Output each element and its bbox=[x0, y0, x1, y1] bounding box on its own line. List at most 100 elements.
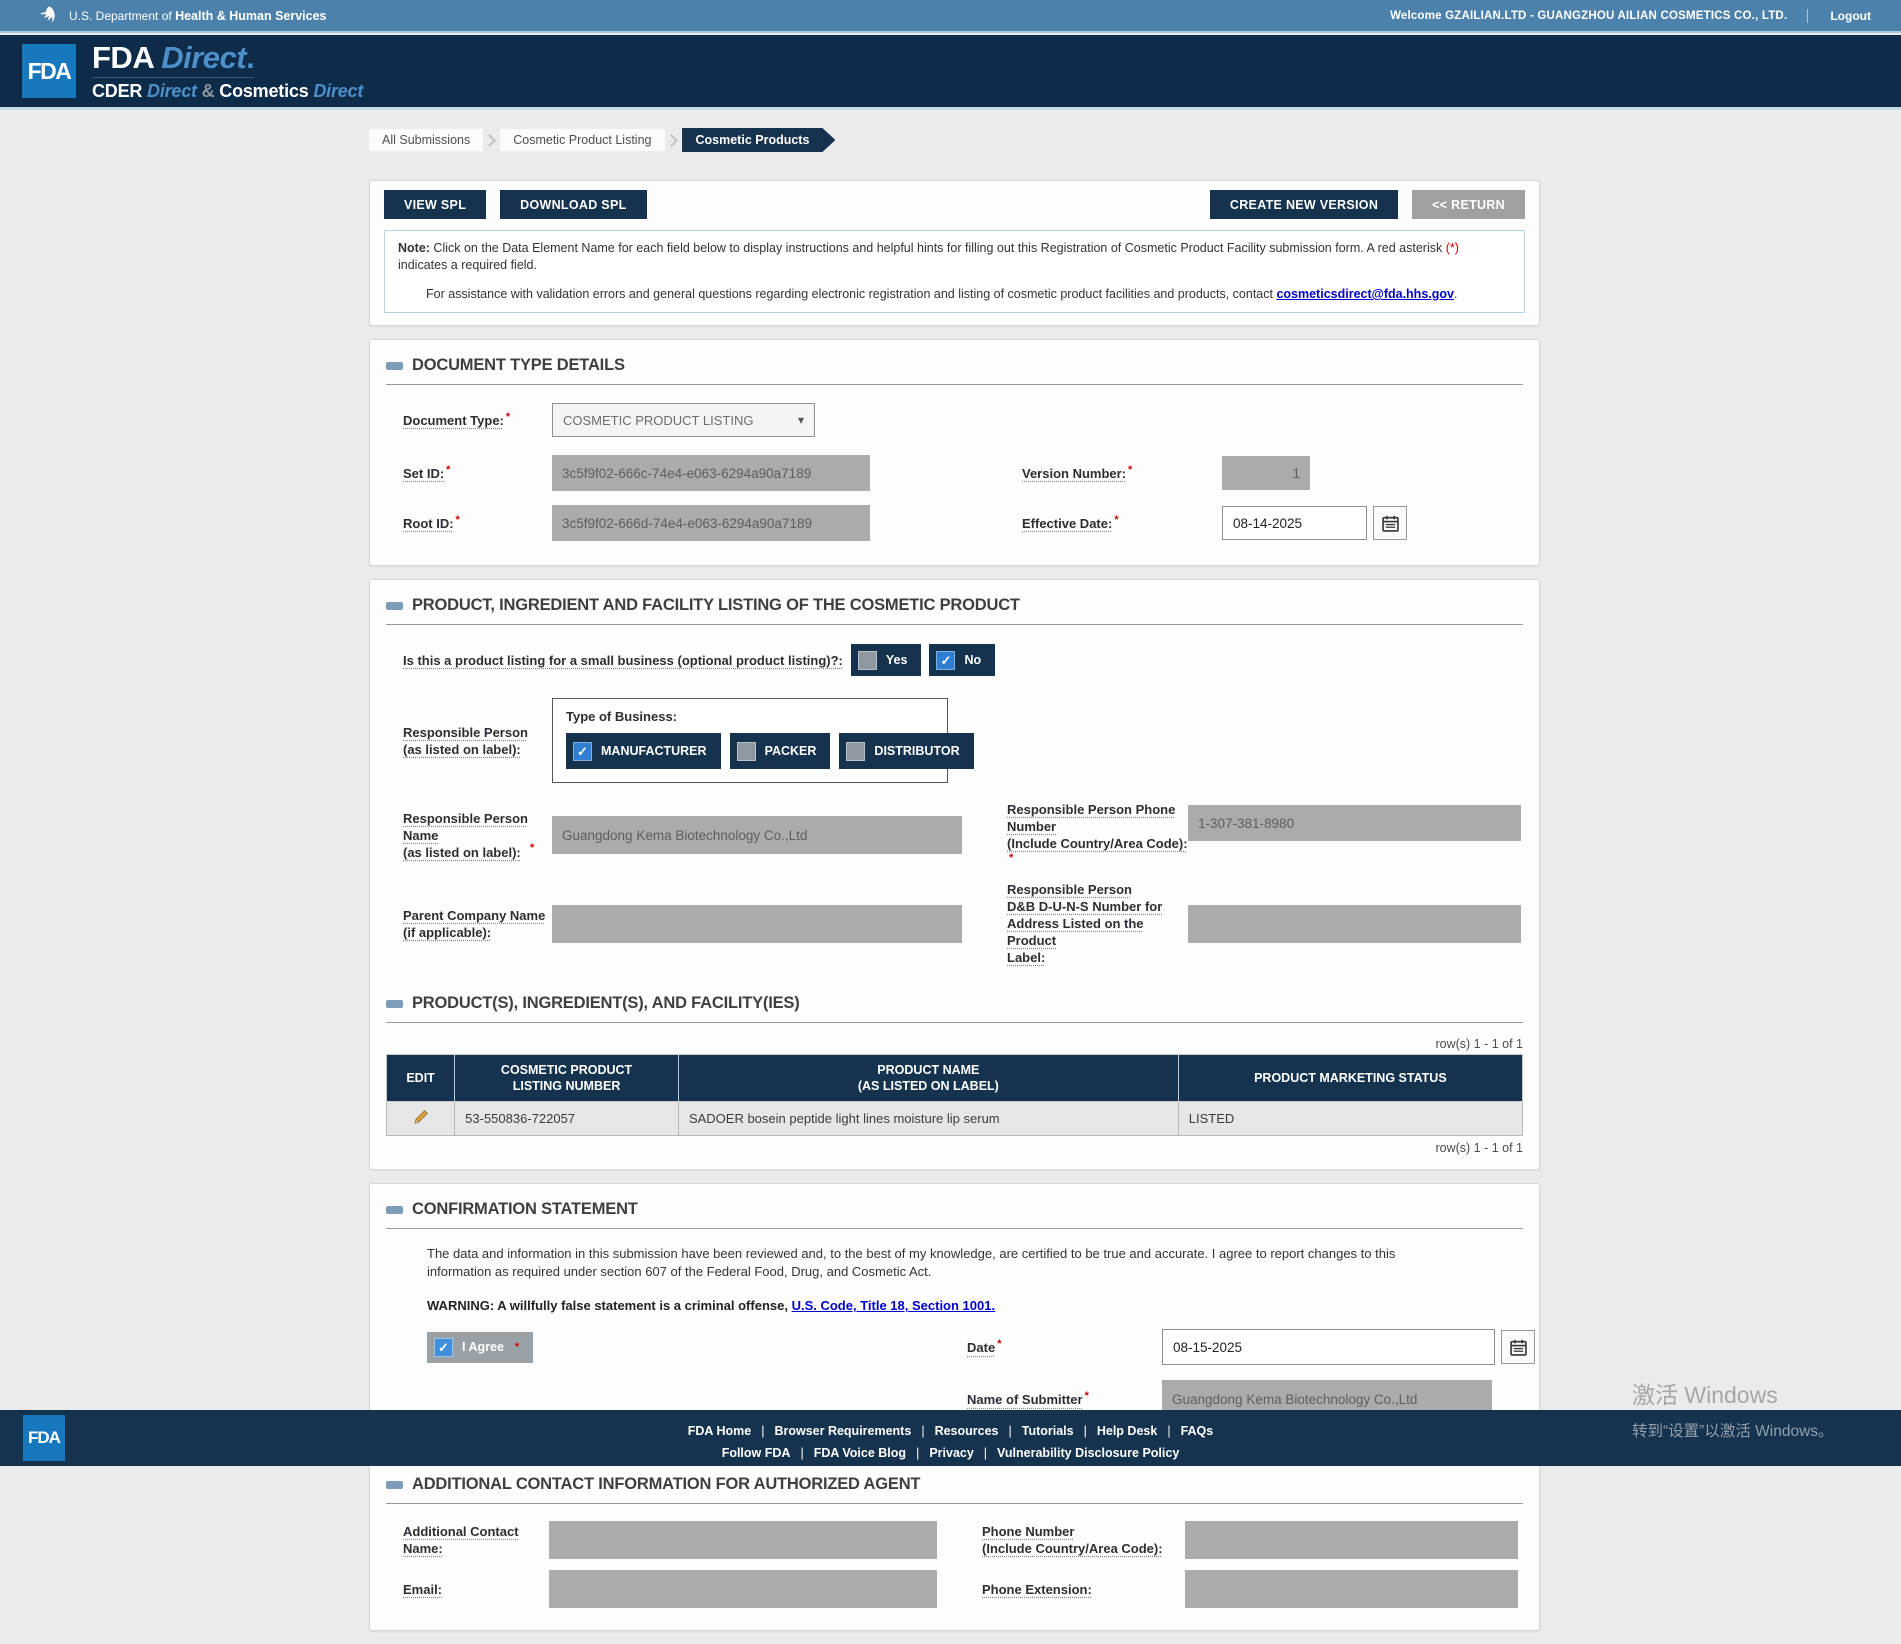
row-count-top: row(s) 1 - 1 of 1 bbox=[1435, 1037, 1523, 1052]
version-number-label[interactable]: Version Number: bbox=[1022, 465, 1126, 482]
responsible-person-name-label[interactable]: Responsible Person Name (as listed on la… bbox=[403, 810, 528, 861]
create-new-version-button[interactable]: CREATE NEW VERSION bbox=[1209, 190, 1399, 219]
instructions-note: Note: Click on the Data Element Name for… bbox=[384, 230, 1525, 313]
products-table: EDIT COSMETIC PRODUCT LISTING NUMBER PRO… bbox=[385, 1054, 1524, 1137]
fda-logo: FDA bbox=[22, 44, 76, 98]
document-type-label[interactable]: Document Type: bbox=[403, 412, 504, 429]
column-header-marketing-status: PRODUCT MARKETING STATUS bbox=[1177, 1054, 1524, 1103]
additional-contact-name-label[interactable]: Additional Contact Name: bbox=[403, 1523, 519, 1557]
cell-listing-number: 53-550836-722057 bbox=[454, 1101, 679, 1137]
checkbox-checked-icon: ✓ bbox=[573, 741, 592, 761]
cell-product-name: SADOER bosein peptide light lines moistu… bbox=[677, 1101, 1179, 1137]
footer-links-row1: FDA Home | Browser Requirements | Resources |… bbox=[687, 1424, 1214, 1438]
footer-link-browser-requirements[interactable]: Browser Requirements bbox=[774, 1424, 911, 1438]
breadcrumb-cosmetic-product-listing[interactable]: Cosmetic Product Listing bbox=[500, 129, 665, 151]
footer-link-help-desk[interactable]: Help Desk bbox=[1097, 1424, 1157, 1438]
responsible-person-label[interactable]: Responsible Person (as listed on label): bbox=[403, 724, 528, 758]
parent-company-name-field bbox=[552, 904, 962, 943]
root-id-label[interactable]: Root ID: bbox=[403, 515, 454, 532]
small-business-no-checkbox[interactable]: ✓ No bbox=[929, 644, 996, 676]
distributor-checkbox[interactable]: DISTRIBUTOR bbox=[839, 733, 974, 769]
footer-link-follow-fda[interactable]: Follow FDA bbox=[722, 1446, 791, 1460]
chevron-right-icon bbox=[483, 133, 497, 147]
date-calendar-button[interactable] bbox=[1501, 1330, 1535, 1365]
duns-number-label[interactable]: Responsible Person D&B D-U-N-S Number fo… bbox=[1007, 881, 1188, 966]
phone-extension-field bbox=[1185, 1570, 1518, 1609]
date-input[interactable]: 08-15-2025 bbox=[1162, 1329, 1495, 1366]
i-agree-checkbox[interactable]: ✓ I Agree * bbox=[427, 1331, 534, 1363]
footer-link-fda-voice-blog[interactable]: FDA Voice Blog bbox=[814, 1446, 906, 1460]
responsible-person-name-field: Guangdong Kema Biotechnology Co.,Ltd bbox=[552, 816, 962, 855]
page-footer: FDA FDA Home | Browser Requirements | Resour… bbox=[0, 1410, 1901, 1466]
checkbox-checked-icon: ✓ bbox=[434, 1337, 453, 1357]
small-business-label[interactable]: Is this a product listing for a small bu… bbox=[403, 652, 843, 669]
column-header-edit: EDIT bbox=[385, 1054, 456, 1103]
checkbox-unchecked-icon bbox=[736, 741, 756, 761]
section-title: CONFIRMATION STATEMENT bbox=[412, 1200, 638, 1219]
hhs-eagle-icon bbox=[36, 4, 60, 28]
document-type-select[interactable]: COSMETIC PRODUCT LISTING ▾ bbox=[552, 403, 815, 437]
effective-date-input[interactable]: 08-14-2025 bbox=[1222, 506, 1367, 540]
footer-links-row2: Follow FDA | FDA Voice Blog | Privacy | Vulner… bbox=[721, 1446, 1180, 1460]
type-of-business-box: Type of Business: ✓ MANUFACTURER PACKER … bbox=[552, 698, 974, 783]
column-header-listing-number: COSMETIC PRODUCT LISTING NUMBER bbox=[454, 1054, 679, 1103]
breadcrumb-cosmetic-products-active[interactable]: Cosmetic Products bbox=[682, 128, 836, 152]
confirmation-statement-text: The data and information in this submiss… bbox=[427, 1246, 1396, 1280]
phone-extension-label[interactable]: Phone Extension: bbox=[982, 1581, 1092, 1598]
footer-link-fda-home[interactable]: FDA Home bbox=[688, 1424, 751, 1438]
fda-footer-logo: FDA bbox=[23, 1415, 65, 1461]
set-id-label[interactable]: Set ID: bbox=[403, 465, 444, 482]
additional-contact-name-field bbox=[549, 1521, 937, 1560]
collapse-section-icon[interactable] bbox=[386, 601, 403, 610]
edit-row-button[interactable] bbox=[385, 1101, 456, 1137]
hhs-top-bar: U.S. Department of Health & Human Servic… bbox=[0, 0, 1901, 33]
calendar-icon bbox=[1509, 1339, 1527, 1356]
effective-date-calendar-button[interactable] bbox=[1373, 506, 1407, 540]
chevron-down-icon: ▾ bbox=[797, 413, 804, 427]
collapse-section-icon[interactable] bbox=[386, 1205, 403, 1214]
fda-direct-header: FDA FDA Direct. CDER Direct & Cosmetics … bbox=[0, 35, 1901, 110]
footer-link-faqs[interactable]: FAQs bbox=[1181, 1424, 1214, 1438]
footer-link-tutorials[interactable]: Tutorials bbox=[1022, 1424, 1074, 1438]
parent-company-name-label[interactable]: Parent Company Name (if applicable): bbox=[403, 907, 545, 941]
confirmation-statement-section: CONFIRMATION STATEMENT The data and info… bbox=[369, 1183, 1540, 1446]
collapse-section-icon[interactable] bbox=[386, 999, 403, 1008]
name-of-submitter-label[interactable]: Name of Submitter bbox=[967, 1391, 1083, 1408]
collapse-section-icon[interactable] bbox=[386, 361, 403, 370]
subsection-title: PRODUCT(S), INGREDIENT(S), AND FACILITY(… bbox=[412, 994, 800, 1013]
calendar-icon bbox=[1381, 515, 1399, 532]
us-code-link[interactable]: U.S. Code, Title 18, Section 1001. bbox=[792, 1298, 996, 1313]
footer-link-vulnerability-disclosure[interactable]: Vulnerability Disclosure Policy bbox=[997, 1446, 1179, 1460]
return-button[interactable]: << RETURN bbox=[1412, 190, 1525, 219]
version-number-field: 1 bbox=[1222, 456, 1310, 490]
edit-pencil-icon bbox=[412, 1108, 430, 1126]
footer-link-resources[interactable]: Resources bbox=[935, 1424, 999, 1438]
small-business-yes-checkbox[interactable]: Yes bbox=[850, 644, 922, 676]
packer-checkbox[interactable]: PACKER bbox=[729, 733, 831, 769]
chevron-right-icon bbox=[664, 133, 678, 147]
document-type-details-section: DOCUMENT TYPE DETAILS Document Type: * CO… bbox=[369, 339, 1540, 566]
manufacturer-checkbox[interactable]: ✓ MANUFACTURER bbox=[566, 733, 721, 769]
footer-link-privacy[interactable]: Privacy bbox=[929, 1446, 973, 1460]
welcome-text: Welcome GZAILIAN.LTD - GUANGZHOU AILIAN … bbox=[1390, 9, 1788, 22]
dept-text: U.S. Department of Health & Human Servic… bbox=[69, 8, 327, 23]
brand-title: FDA Direct. bbox=[92, 42, 255, 78]
contact-phone-field bbox=[1185, 1521, 1518, 1560]
breadcrumb-all-submissions[interactable]: All Submissions bbox=[369, 129, 484, 151]
download-spl-button[interactable]: DOWNLOAD SPL bbox=[500, 190, 647, 219]
responsible-person-phone-label[interactable]: Responsible Person Phone Number (Include… bbox=[1007, 801, 1188, 852]
date-label[interactable]: Date bbox=[967, 1339, 995, 1356]
email-label[interactable]: Email: bbox=[403, 1581, 442, 1598]
view-spl-button[interactable]: VIEW SPL bbox=[384, 190, 487, 219]
row-count-bottom: row(s) 1 - 1 of 1 bbox=[1435, 1141, 1523, 1156]
column-header-product-name: PRODUCT NAME (AS LISTED ON LABEL) bbox=[677, 1054, 1179, 1103]
contact-phone-label[interactable]: Phone Number (Include Country/Area Code)… bbox=[982, 1523, 1163, 1557]
collapse-section-icon[interactable] bbox=[386, 1480, 403, 1489]
logout-button[interactable]: Logout bbox=[1807, 8, 1871, 23]
cosmeticsdirect-email-link[interactable]: cosmeticsdirect@fda.hhs.gov bbox=[1276, 287, 1454, 301]
table-row: 53-550836-722057 SADOER bosein peptide l… bbox=[385, 1101, 1524, 1137]
root-id-field: 3c5f9f02-666d-74e4-e063-6294a90a7189 bbox=[552, 505, 870, 541]
type-of-business-label: Type of Business: bbox=[566, 709, 678, 724]
effective-date-label[interactable]: Effective Date: bbox=[1022, 515, 1112, 532]
cell-marketing-status: LISTED bbox=[1177, 1101, 1524, 1137]
